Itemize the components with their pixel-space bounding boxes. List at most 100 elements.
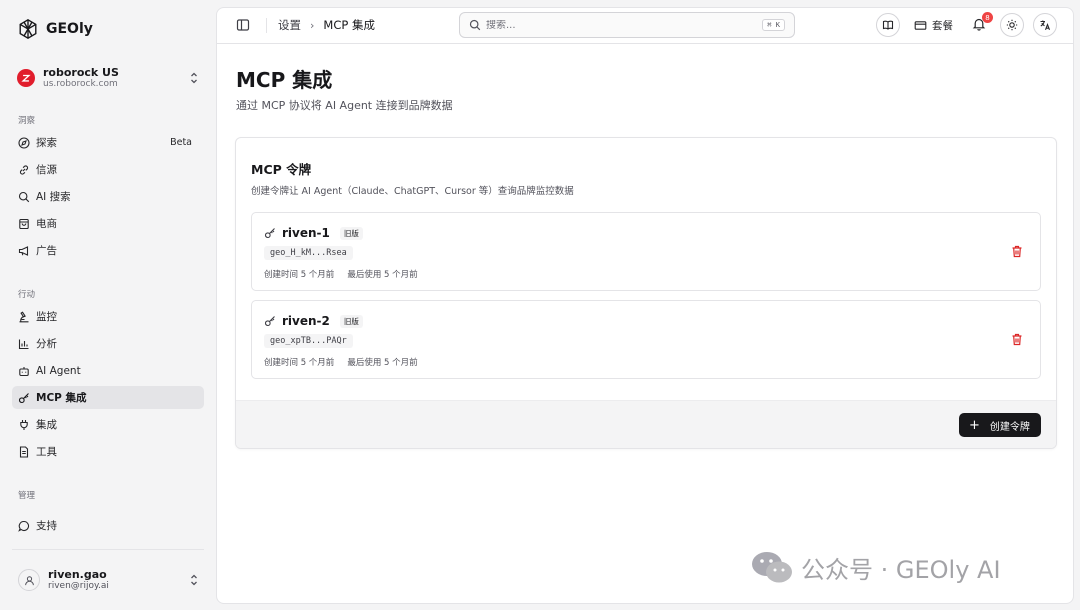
sidebar-item-analytics[interactable]: 分析 <box>12 332 204 355</box>
geoly-logo-icon <box>19 19 37 39</box>
key-icon <box>264 316 275 327</box>
watermark: 公众号 · GEOly AI <box>751 550 1001 585</box>
sidebar-item-label: 分析 <box>36 338 57 350</box>
create-token-button[interactable]: + 创建令牌 <box>959 413 1041 437</box>
sidebar-item-label: 广告 <box>36 245 57 257</box>
sidebar-item-ai-agent[interactable]: AI Agent <box>12 359 204 382</box>
sidebar-item-label: MCP 集成 <box>36 392 87 404</box>
user-email: riven@rijoy.ai <box>48 581 109 592</box>
org-switcher[interactable]: roborock US us.roborock.com <box>17 63 200 93</box>
search-icon <box>469 19 481 31</box>
key-icon <box>18 392 29 403</box>
card-description: 创建令牌让 AI Agent（Claude、ChatGPT、Cursor 等）查… <box>251 186 574 197</box>
search-bar[interactable]: ⌘ K <box>459 12 795 38</box>
topbar: 设置 › MCP 集成 ⌘ K 套餐 8 <box>217 8 1073 44</box>
delete-token-button[interactable] <box>1011 333 1023 346</box>
compass-icon <box>18 136 30 149</box>
token-created: 创建时间 5 个月前 <box>264 358 335 368</box>
section-label-insights: 洞察 <box>18 116 36 126</box>
shopping-bag-icon <box>19 218 29 229</box>
message-circle-icon <box>18 520 30 532</box>
user-icon <box>18 569 40 591</box>
sidebar-item-ecommerce[interactable]: 电商 <box>12 212 204 235</box>
token-last-used: 最后使用 5 个月前 <box>347 270 418 280</box>
sidebar: GEOly roborock US us.roborock.com 洞察 探索 … <box>0 0 216 610</box>
topbar-divider <box>266 18 267 33</box>
key-icon <box>264 228 275 239</box>
docs-button[interactable] <box>876 13 900 37</box>
beta-badge: Beta <box>170 137 192 148</box>
language-button[interactable] <box>1033 13 1057 37</box>
token-created: 创建时间 5 个月前 <box>264 270 335 280</box>
mcp-token-card: MCP 令牌 创建令牌让 AI Agent（Claude、ChatGPT、Cur… <box>235 137 1057 449</box>
token-item: riven-2 旧版 geo_xpTB...PAQr 创建时间 5 个月前 最后… <box>251 300 1041 379</box>
legacy-badge: 旧版 <box>339 314 363 328</box>
sidebar-item-support[interactable]: 支持 <box>12 514 204 537</box>
card-title: MCP 令牌 <box>251 162 312 177</box>
create-token-label: 创建令牌 <box>989 421 1030 433</box>
token-key: geo_H_kM...Rsea <box>264 246 353 260</box>
org-logo-icon <box>17 69 35 87</box>
app-name: GEOly <box>46 21 93 37</box>
watermark-text: 公众号 · GEOly AI <box>801 556 1001 584</box>
section-label-admin: 管理 <box>18 491 36 501</box>
sidebar-divider <box>12 549 204 550</box>
token-name: riven-1 <box>282 226 330 240</box>
sidebar-item-tools[interactable]: 工具 <box>12 440 204 463</box>
translate-icon <box>1040 20 1051 30</box>
section-label-actions: 行动 <box>18 290 36 300</box>
sidebar-item-label: AI 搜索 <box>36 191 71 203</box>
token-last-used: 最后使用 5 个月前 <box>347 358 418 368</box>
trash-icon <box>1012 333 1022 346</box>
sidebar-item-label: 信源 <box>36 164 57 176</box>
sidebar-item-label: 电商 <box>36 218 57 230</box>
sidebar-item-ads[interactable]: 广告 <box>12 239 204 262</box>
search-icon <box>18 191 30 202</box>
file-icon <box>19 445 29 458</box>
megaphone-icon <box>18 245 29 256</box>
page-title: MCP 集成 <box>236 68 333 92</box>
wechat-icon <box>752 551 792 582</box>
sun-icon <box>1006 19 1018 31</box>
sidebar-toggle-icon[interactable] <box>236 18 250 32</box>
book-open-icon <box>882 20 894 30</box>
sidebar-item-label: 探索 <box>36 137 57 149</box>
sidebar-item-explore[interactable]: 探索 Beta <box>12 131 204 154</box>
sidebar-item-label: 监控 <box>36 311 57 323</box>
sidebar-item-monitor[interactable]: 监控 <box>12 305 204 328</box>
sidebar-item-label: 工具 <box>36 446 57 458</box>
token-item: riven-1 旧版 geo_H_kM...Rsea 创建时间 5 个月前 最后… <box>251 212 1041 291</box>
search-input[interactable] <box>486 19 758 31</box>
sidebar-item-label: AI Agent <box>36 364 81 377</box>
plus-icon: + <box>969 417 980 433</box>
microscope-icon <box>19 310 29 322</box>
breadcrumb-current: MCP 集成 <box>323 18 375 32</box>
sidebar-item-mcp-integration[interactable]: MCP 集成 <box>12 386 204 409</box>
user-menu[interactable]: riven.gao riven@rijoy.ai <box>18 565 200 595</box>
app-logo[interactable]: GEOly <box>17 17 93 41</box>
sidebar-item-label: 集成 <box>36 419 57 431</box>
chevron-right-icon: › <box>310 18 315 32</box>
breadcrumb: 设置 › MCP 集成 <box>278 17 375 33</box>
org-domain: us.roborock.com <box>43 79 118 90</box>
card-footer: + 创建令牌 <box>236 400 1056 448</box>
sidebar-item-sources[interactable]: 信源 <box>12 158 204 181</box>
link-icon <box>19 164 29 175</box>
plan-label: 套餐 <box>932 19 953 32</box>
sidebar-item-label: 支持 <box>36 520 57 532</box>
legacy-badge: 旧版 <box>339 226 363 240</box>
plug-icon <box>20 419 28 430</box>
chevrons-up-down-icon <box>191 72 197 84</box>
theme-toggle-button[interactable] <box>1000 13 1024 37</box>
chevrons-up-down-icon <box>191 574 197 586</box>
breadcrumb-settings[interactable]: 设置 <box>278 17 301 33</box>
plan-button[interactable]: 套餐 <box>914 16 953 34</box>
bar-chart-icon <box>18 339 29 349</box>
token-key: geo_xpTB...PAQr <box>264 334 353 348</box>
delete-token-button[interactable] <box>1011 245 1023 258</box>
sidebar-item-integrations[interactable]: 集成 <box>12 413 204 436</box>
main-panel: 设置 › MCP 集成 ⌘ K 套餐 8 MCP 集成 通过 MCP 协议将 A… <box>216 7 1074 604</box>
notification-count-badge: 8 <box>982 12 993 23</box>
credit-card-icon <box>914 20 927 30</box>
sidebar-item-ai-search[interactable]: AI 搜索 <box>12 185 204 208</box>
